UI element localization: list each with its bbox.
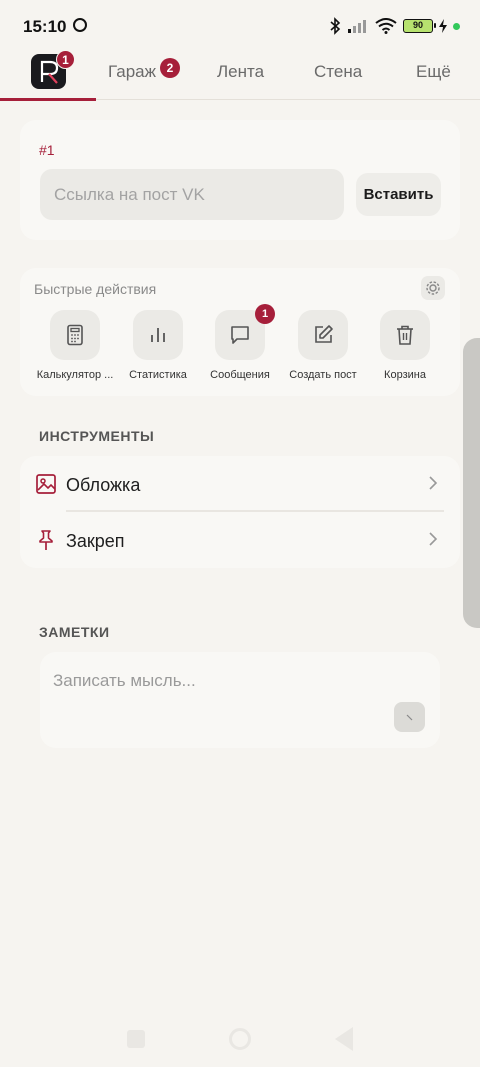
quick-action-label: Статистика — [129, 369, 187, 381]
notification-face-icon — [73, 18, 87, 32]
send-note-button[interactable] — [394, 702, 425, 732]
signal-icon — [348, 20, 366, 33]
image-icon — [36, 474, 56, 494]
quick-action-trash[interactable]: Корзина — [363, 310, 447, 390]
quick-action-label: Сообщения — [210, 369, 270, 381]
quick-action-create-post[interactable]: Создать пост — [281, 310, 365, 390]
trash-button[interactable] — [380, 310, 430, 360]
notes-card: Записать мысль... — [40, 652, 440, 748]
quick-action-calculator[interactable]: Калькулятор ... — [33, 310, 117, 390]
statistics-button[interactable] — [133, 310, 183, 360]
status-bar: 15:10 90 — [0, 0, 480, 44]
active-tab-indicator — [0, 98, 96, 101]
notes-section-title: ЗАМЕТКИ — [39, 624, 110, 640]
logo-badge: 1 — [56, 50, 75, 69]
paste-button[interactable]: Вставить — [356, 173, 441, 216]
status-time: 15:10 — [23, 17, 67, 36]
trash-icon — [397, 325, 413, 345]
calculator-button[interactable] — [50, 310, 100, 360]
quick-actions-card: Быстрые действия Калькулятор ... Статист… — [20, 268, 460, 396]
charging-icon — [439, 19, 447, 33]
tab-wall[interactable]: Стена — [314, 62, 362, 82]
chevron-right-icon — [429, 476, 438, 490]
post-link-card: #1 Вставить — [20, 120, 460, 240]
send-icon — [406, 714, 413, 721]
quick-action-messages[interactable]: 1 Сообщения — [198, 304, 282, 390]
bar-chart-icon — [151, 328, 165, 342]
quick-actions-title: Быстрые действия — [34, 281, 157, 297]
tab-garage-badge: 2 — [160, 58, 180, 78]
tool-label: Закреп — [66, 531, 125, 551]
message-icon — [231, 326, 249, 344]
tab-feed[interactable]: Лента — [217, 62, 264, 82]
tab-more[interactable]: Ещё — [416, 62, 451, 82]
side-drawer-handle[interactable] — [463, 338, 480, 628]
post-number: #1 — [39, 142, 55, 158]
chevron-right-icon — [429, 532, 438, 546]
tool-item-cover[interactable]: Обложка — [20, 456, 460, 512]
battery-icon: 90 — [403, 19, 436, 33]
edit-icon — [315, 325, 333, 343]
system-nav-bar — [0, 1015, 480, 1067]
quick-action-statistics[interactable]: Статистика — [116, 310, 200, 390]
tools-section-title: ИНСТРУМЕНТЫ — [39, 428, 155, 444]
quick-action-label: Создать пост — [289, 369, 357, 381]
pin-icon — [39, 530, 53, 550]
messages-badge: 1 — [255, 304, 275, 324]
wifi-icon — [375, 18, 397, 34]
green-dot-icon — [453, 22, 460, 30]
bluetooth-icon — [330, 17, 341, 35]
quick-action-label: Корзина — [384, 369, 426, 381]
tools-card: Обложка Закреп — [20, 456, 460, 568]
tool-item-pin[interactable]: Закреп — [20, 512, 460, 568]
tab-home[interactable]: 1 — [0, 44, 96, 101]
tab-garage[interactable]: Гараж — [108, 62, 156, 82]
back-button[interactable] — [335, 1027, 353, 1051]
top-nav: 1 Гараж 2 Лента Стена Ещё — [0, 44, 480, 101]
home-button[interactable] — [229, 1028, 251, 1050]
settings-gear-icon[interactable] — [421, 276, 445, 300]
notes-input[interactable]: Записать мысль... — [53, 671, 196, 691]
create-post-button[interactable] — [298, 310, 348, 360]
tool-label: Обложка — [66, 475, 141, 495]
post-link-input[interactable] — [40, 169, 344, 220]
calculator-icon — [67, 324, 83, 346]
recent-apps-button[interactable] — [127, 1030, 145, 1048]
status-icons: 90 — [329, 17, 460, 35]
quick-action-label: Калькулятор ... — [36, 369, 114, 381]
